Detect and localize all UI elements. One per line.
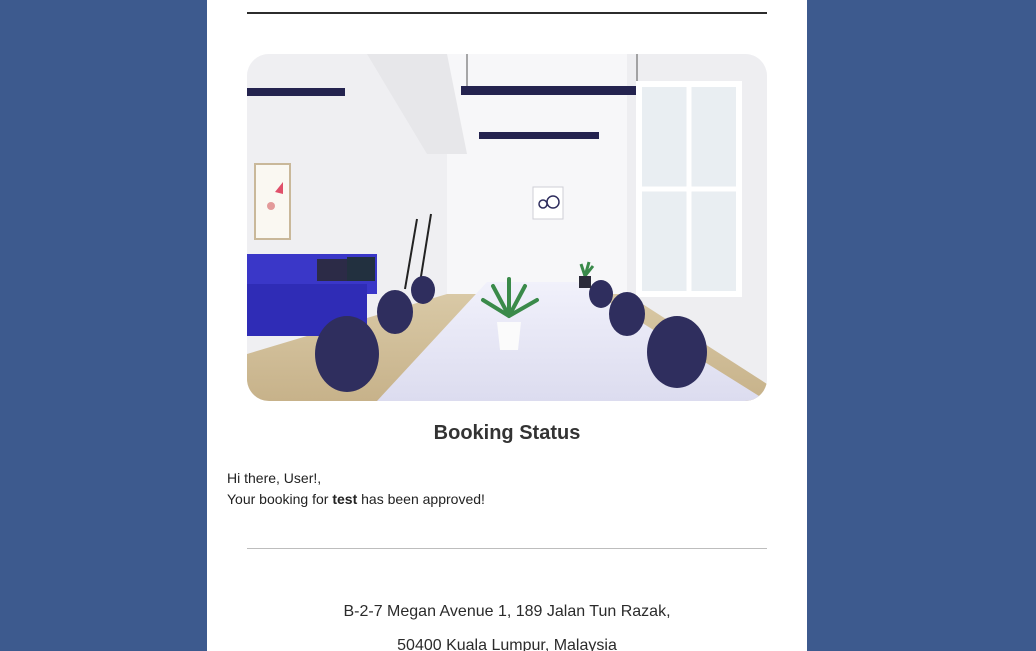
address-line-1: B-2-7 Megan Avenue 1, 189 Jalan Tun Raza…	[343, 603, 671, 620]
footer-divider	[247, 548, 767, 549]
status-text: Your booking for test has been approved!	[227, 489, 485, 510]
greeting-text: Hi there, User!,	[227, 470, 322, 486]
hero-image	[247, 54, 767, 401]
address-line-2: 50400 Kuala Lumpur, Malaysia	[397, 637, 617, 651]
top-divider	[247, 12, 767, 14]
message-body: Hi there, User!, Your booking for test h…	[227, 468, 485, 510]
status-prefix: Your booking for	[227, 491, 333, 507]
email-card: Booking Status Hi there, User!, Your boo…	[207, 0, 807, 651]
status-suffix: has been approved!	[357, 491, 485, 507]
booking-name: test	[332, 491, 358, 507]
page-title: Booking Status	[433, 422, 581, 444]
meeting-room-illustration	[247, 54, 767, 401]
